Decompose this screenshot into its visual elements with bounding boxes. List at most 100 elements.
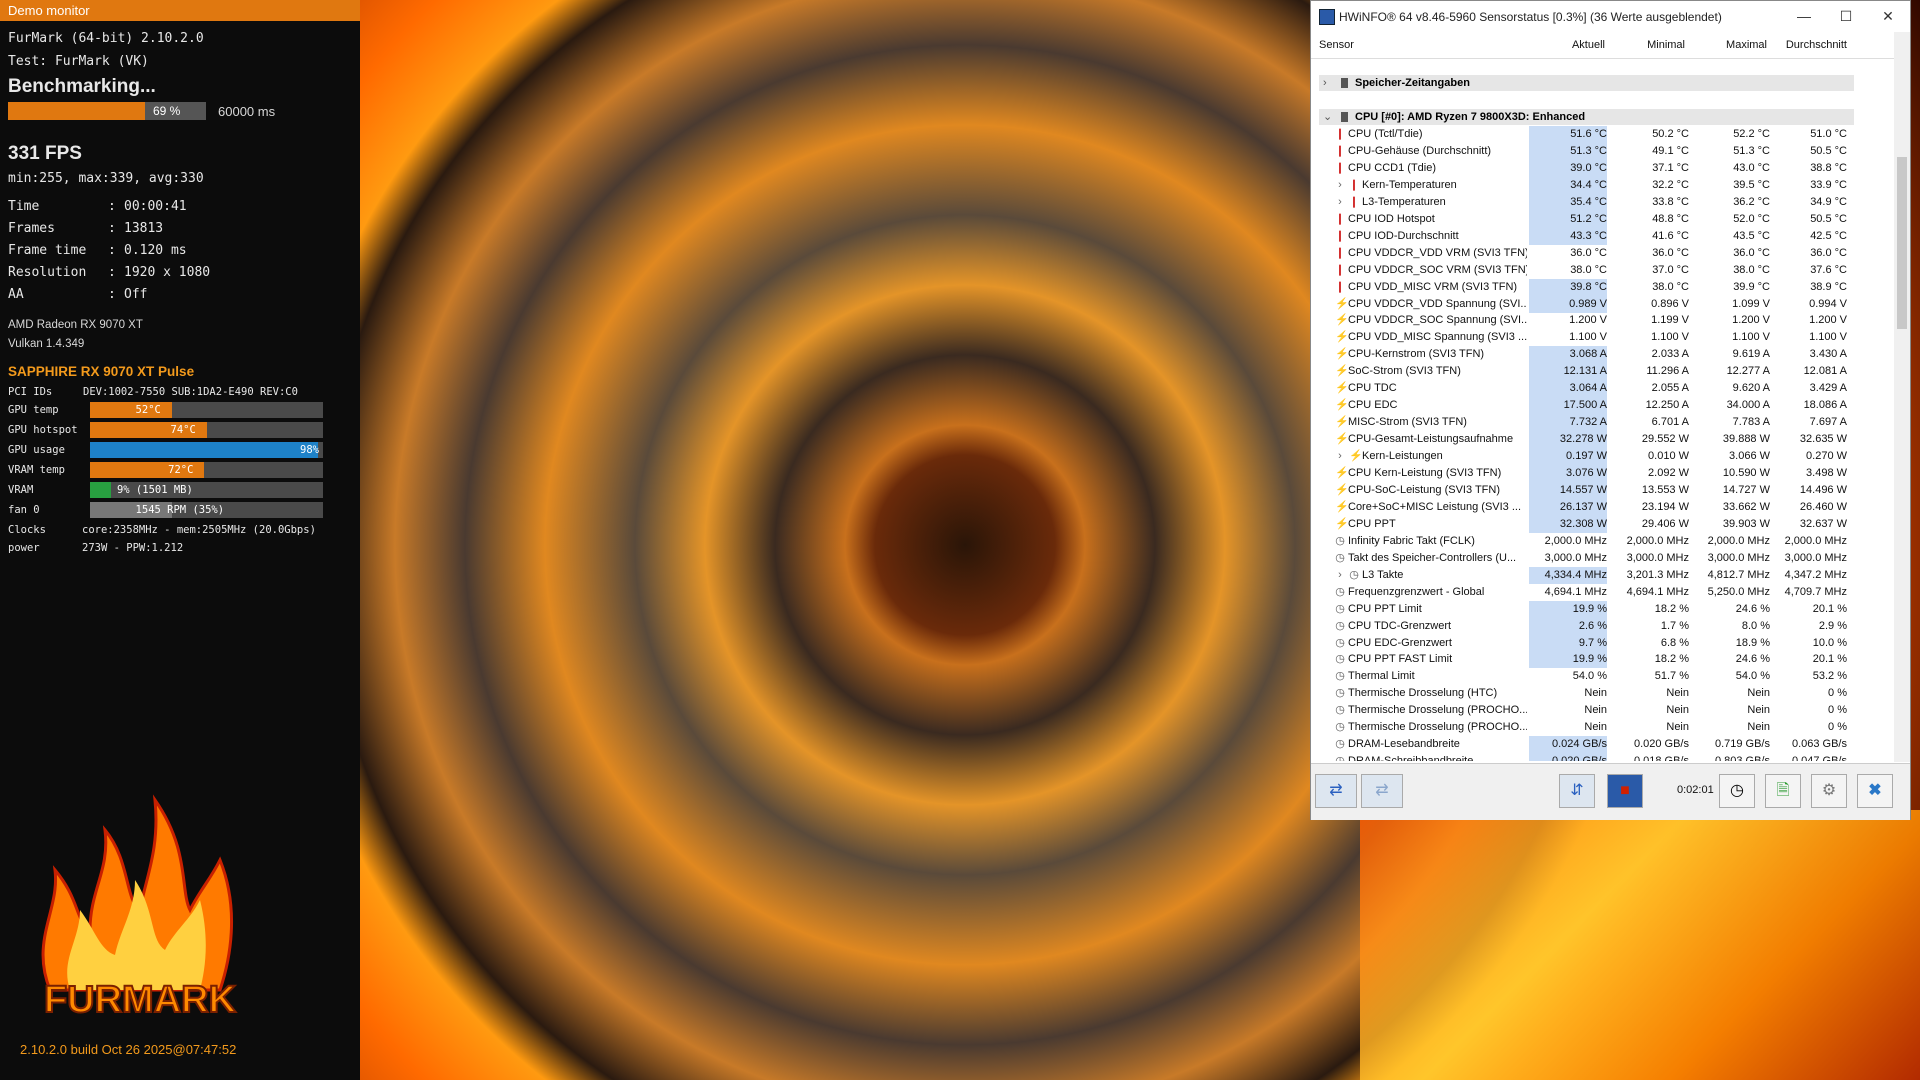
sensor-max: 36.2 °C [1733, 195, 1770, 208]
navigate-arrows-disabled-icon[interactable]: ⇄ [1361, 774, 1403, 808]
maximize-button[interactable]: ☐ [1826, 5, 1866, 27]
sensor-row[interactable]: ⚡ CPU VDDCR_SOC Spannung (SVI... 1.200 V 1.… [1311, 312, 1895, 329]
sensor-row[interactable]: ❙ CPU VDDCR_VDD VRM (SVI3 TFN) 36.0 °C 36.0… [1311, 245, 1895, 262]
sensor-row[interactable]: ◷ Infinity Fabric Takt (FCLK) 2,000.0 MHz 2… [1311, 533, 1895, 550]
sensor-name: CPU IOD-Durchschnitt [1348, 229, 1459, 242]
sensor-avg: 42.5 °C [1810, 229, 1847, 242]
sensor-row[interactable]: ◷ CPU EDC-Grenzwert 9.7 % 6.8 % 18.9 % 10.0 % [1311, 634, 1895, 652]
scrollbar-thumb[interactable] [1897, 157, 1907, 329]
sensor-cur: 2,000.0 MHz [1544, 534, 1607, 547]
sensor-row[interactable]: ⚡ CPU-Gesamt-Leistungsaufnahme 32.278 W 29.… [1311, 431, 1895, 449]
sensor-row[interactable]: ⚡ CPU TDC 3.064 A 2.055 A 9.620 A 3.429 A [1311, 380, 1895, 398]
sensor-row[interactable]: ⚡ CPU Kern-Leistung (SVI3 TFN) 3.076 W 2.09… [1311, 465, 1895, 482]
stat-separator: : [108, 221, 124, 236]
sensor-row[interactable]: ⚡ CPU-Kernstrom (SVI3 TFN) 3.068 A 2.033 A 9… [1311, 346, 1895, 364]
sensor-row[interactable]: ❙ CPU VDD_MISC VRM (SVI3 TFN) 39.8 °C 38.0 … [1311, 278, 1895, 296]
sensor-row[interactable]: ⚡ CPU VDDCR_VDD Spannung (SVI... 0.989 V 0.… [1311, 295, 1895, 313]
sensor-cur: 14.557 W [1559, 483, 1607, 496]
sensor-row[interactable]: ❙ CPU (Tctl/Tdie) 51.6 °C 50.2 °C 52.2 °C 51.… [1311, 126, 1895, 143]
chevron-down-icon[interactable]: ⌄ [1323, 109, 1332, 125]
clock-icon: ◷ [1335, 670, 1345, 683]
sensor-max: 39.9 °C [1733, 280, 1770, 293]
sensor-list: › Speicher-Zeitangaben ⌄ CPU [#0]: AMD R… [1311, 59, 1895, 761]
col-current[interactable]: Aktuell [1569, 39, 1605, 51]
close-sensors-icon[interactable]: ✖ [1857, 774, 1893, 808]
sensor-row[interactable]: ◷ CPU PPT FAST Limit 19.9 % 18.2 % 24.6 % 20.… [1311, 651, 1895, 669]
sensor-row[interactable]: ◷ Takt des Speicher-Controllers (U... 3,00… [1311, 550, 1895, 567]
sensor-graph-icon[interactable]: ■ [1607, 774, 1643, 808]
group-memory-timings[interactable]: › Speicher-Zeitangaben [1319, 75, 1854, 91]
sensor-row[interactable]: ◷ CPU PPT Limit 19.9 % 18.2 % 24.6 % 20.1 % [1311, 600, 1895, 618]
sensor-row[interactable]: ◷ Thermal Limit 54.0 % 51.7 % 54.0 % 53.2 % [1311, 668, 1895, 685]
network-icon[interactable]: ⇵ [1559, 774, 1595, 808]
thermometer-icon: ❙ [1349, 178, 1359, 191]
sensor-cur: 1.100 V [1569, 331, 1607, 344]
sensor-row[interactable]: › ◷ L3 Takte 4,334.4 MHz 3,201.3 MHz 4,812.7 … [1311, 566, 1895, 584]
gpu-row-bar: 52°C [90, 402, 323, 418]
thermometer-icon: ❙ [1335, 161, 1345, 174]
gpu-row-bar: 74°C [90, 422, 323, 438]
sensor-row[interactable]: ◷ Thermische Drosselung (HTC) Nein Nein Nein… [1311, 685, 1895, 702]
sensor-row[interactable]: ⚡ SoC-Strom (SVI3 TFN) 12.131 A 11.296 A 12.… [1311, 363, 1895, 381]
sensor-row[interactable]: ◷ Thermische Drosselung (PROCHO... Nein Nei… [1311, 702, 1895, 719]
vertical-scrollbar[interactable] [1894, 32, 1910, 762]
col-min[interactable]: Minimal [1629, 39, 1685, 51]
sensor-name: CPU VDDCR_SOC VRM (SVI3 TFN) [1348, 263, 1527, 276]
col-avg[interactable]: Durchschnitt [1771, 39, 1847, 51]
chevron-right-icon[interactable]: › [1335, 567, 1345, 584]
sensor-row[interactable]: ❙ CPU IOD Hotspot 51.2 °C 48.8 °C 52.0 °C 50.… [1311, 210, 1895, 228]
hwinfo-titlebar[interactable]: HWiNFO® 64 v8.46-5960 Sensorstatus [0.3%… [1311, 1, 1910, 32]
sensor-row[interactable]: ◷ DRAM-Lesebandbreite 0.024 GB/s 0.020 GB/s… [1311, 736, 1895, 754]
sensor-row[interactable]: ❙ CPU IOD-Durchschnitt 43.3 °C 41.6 °C 43.5 … [1311, 227, 1895, 245]
sensor-row[interactable]: ⚡ CPU PPT 32.308 W 29.406 W 39.903 W 32.637 W [1311, 515, 1895, 533]
chevron-right-icon[interactable]: › [1335, 448, 1345, 465]
chevron-right-icon[interactable]: › [1335, 177, 1345, 194]
sensor-cur: 3.068 A [1569, 348, 1607, 361]
sensor-row[interactable]: ⚡ CPU VDD_MISC Spannung (SVI3 ... 1.100 V 1… [1311, 329, 1895, 346]
sensor-row[interactable]: ⚡ MISC-Strom (SVI3 TFN) 7.732 A 6.701 A 7.78… [1311, 414, 1895, 432]
sensor-max: 36.0 °C [1733, 246, 1770, 259]
sensor-cur: 19.9 % [1572, 653, 1607, 666]
chevron-right-icon[interactable]: › [1323, 75, 1327, 91]
sensor-row[interactable]: ◷ Frequenzgrenzwert - Global 4,694.1 MHz 4,… [1311, 584, 1895, 601]
sensor-max: 0.803 GB/s [1692, 753, 1770, 761]
sensor-min: 48.8 °C [1652, 212, 1689, 225]
log-file-icon[interactable]: 🗎 [1765, 774, 1801, 808]
sensor-cur: 32.308 W [1559, 517, 1607, 530]
thermometer-icon: ❙ [1335, 229, 1345, 242]
furmark-flame-logo: FURMARK [41, 794, 238, 1022]
settings-gear-icon[interactable]: ⚙ [1811, 774, 1847, 808]
lightning-icon: ⚡ [1335, 416, 1349, 429]
sensor-row[interactable]: ⚡ CPU-SoC-Leistung (SVI3 TFN) 14.557 W 13.5… [1311, 481, 1895, 499]
minimize-button[interactable]: — [1784, 5, 1824, 27]
sensor-min: 36.0 °C [1652, 246, 1689, 259]
sensor-avg: 2.9 % [1818, 619, 1847, 632]
sensor-avg: 1.100 V [1809, 331, 1847, 344]
sensor-row[interactable]: › ⚡ Kern-Leistungen 0.197 W 0.010 W 3.066 W 0.… [1311, 448, 1895, 466]
navigate-arrows-icon[interactable]: ⇄ [1315, 774, 1357, 808]
sensor-row[interactable]: ❙ CPU CCD1 (Tdie) 39.0 °C 37.1 °C 43.0 °C 38.… [1311, 159, 1895, 177]
col-sensor[interactable]: Sensor [1319, 39, 1354, 51]
sensor-avg: 18.086 A [1803, 399, 1847, 412]
sensor-row[interactable]: ◷DRAM-Schreibbandbreite0.020 GB/s 0.018 G… [1311, 753, 1895, 761]
sensor-row[interactable]: ❙ CPU VDDCR_SOC VRM (SVI3 TFN) 38.0 °C 37.0… [1311, 262, 1895, 279]
sensor-row[interactable]: ◷ Thermische Drosselung (PROCHO... Nein Nei… [1311, 719, 1895, 736]
sensor-row[interactable]: ◷ CPU TDC-Grenzwert 2.6 % 1.7 % 8.0 % 2.9 % [1311, 617, 1895, 635]
col-max[interactable]: Maximal [1711, 39, 1767, 51]
sensor-avg: 12.081 A [1803, 365, 1847, 378]
sensor-row[interactable]: ⚡ Core+SoC+MISC Leistung (SVI3 ... 26.137 … [1311, 498, 1895, 516]
sensor-cur: Nein [1584, 687, 1607, 700]
close-button[interactable]: ✕ [1868, 5, 1908, 27]
sensor-min: 29.552 W [1641, 433, 1689, 446]
sensor-row[interactable]: ❙ CPU-Gehäuse (Durchschnitt) 51.3 °C 49.1 °… [1311, 142, 1895, 160]
group-cpu[interactable]: ⌄ CPU [#0]: AMD Ryzen 7 9800X3D: Enhance… [1319, 109, 1854, 125]
sensor-avg: 20.1 % [1812, 602, 1847, 615]
clock-reset-icon[interactable]: ◷ [1719, 774, 1755, 808]
sensor-row[interactable]: › ❙ L3-Temperaturen 35.4 °C 33.8 °C 36.2 °C 34… [1311, 193, 1895, 211]
sensor-row[interactable]: ⚡ CPU EDC 17.500 A 12.250 A 34.000 A 18.086 A [1311, 397, 1895, 415]
lightning-icon: ⚡ [1335, 483, 1349, 496]
sensor-row[interactable]: › ❙ Kern-Temperaturen 34.4 °C 32.2 °C 39.5 °C… [1311, 176, 1895, 194]
sensor-min: 13.553 W [1641, 483, 1689, 496]
chevron-right-icon[interactable]: › [1335, 194, 1345, 211]
sensor-cur: 4,694.1 MHz [1544, 585, 1607, 598]
